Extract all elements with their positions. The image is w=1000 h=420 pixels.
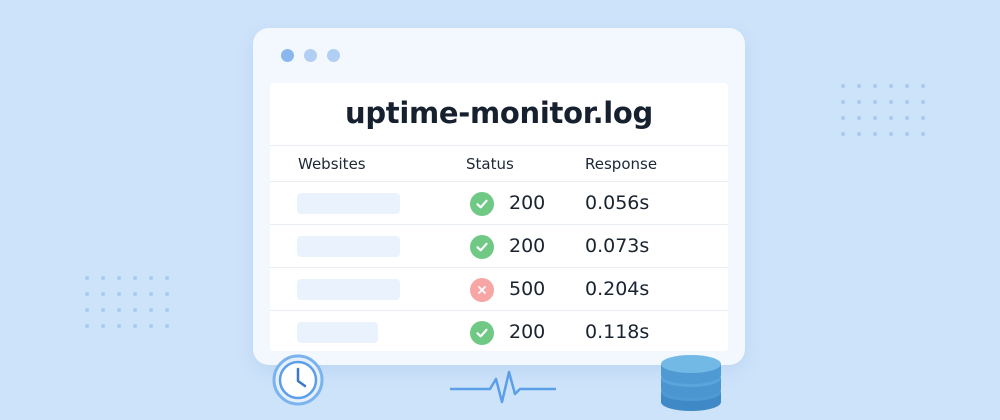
table-row[interactable]: 200 0.073s bbox=[270, 224, 728, 268]
check-circle-icon bbox=[470, 192, 494, 216]
dot-grid-decoration bbox=[85, 276, 169, 328]
response-time: 0.204s bbox=[585, 278, 650, 300]
log-panel: uptime-monitor.log Websites Status Respo… bbox=[270, 83, 728, 351]
status-code: 200 bbox=[509, 235, 546, 257]
status-code: 200 bbox=[509, 321, 546, 343]
database-icon bbox=[661, 355, 721, 411]
window-dot-icon[interactable] bbox=[327, 49, 340, 62]
window-controls bbox=[281, 49, 340, 62]
column-header-websites: Websites bbox=[298, 155, 366, 173]
website-placeholder bbox=[297, 236, 400, 257]
page-title: uptime-monitor.log bbox=[344, 96, 654, 130]
response-time: 0.056s bbox=[585, 192, 650, 214]
table-header: Websites Status Response bbox=[270, 145, 728, 182]
column-header-response: Response bbox=[585, 155, 658, 173]
response-time: 0.073s bbox=[585, 235, 650, 257]
check-circle-icon bbox=[470, 321, 494, 345]
website-placeholder bbox=[297, 193, 400, 214]
table-row[interactable]: 500 0.204s bbox=[270, 267, 728, 311]
browser-window: uptime-monitor.log Websites Status Respo… bbox=[253, 28, 745, 365]
website-placeholder bbox=[297, 279, 400, 300]
dot-grid-decoration bbox=[841, 84, 925, 136]
heartbeat-icon bbox=[450, 370, 556, 404]
window-dot-icon[interactable] bbox=[304, 49, 317, 62]
column-header-status: Status bbox=[466, 155, 514, 173]
window-dot-icon[interactable] bbox=[281, 49, 294, 62]
status-code: 500 bbox=[509, 278, 546, 300]
table-row[interactable]: 200 0.118s bbox=[270, 310, 728, 354]
website-placeholder bbox=[297, 322, 378, 343]
x-circle-icon bbox=[470, 278, 494, 302]
clock-icon bbox=[272, 354, 324, 406]
response-time: 0.118s bbox=[585, 321, 650, 343]
check-circle-icon bbox=[470, 235, 494, 259]
table-row[interactable]: 200 0.056s bbox=[270, 181, 728, 225]
status-code: 200 bbox=[509, 192, 546, 214]
